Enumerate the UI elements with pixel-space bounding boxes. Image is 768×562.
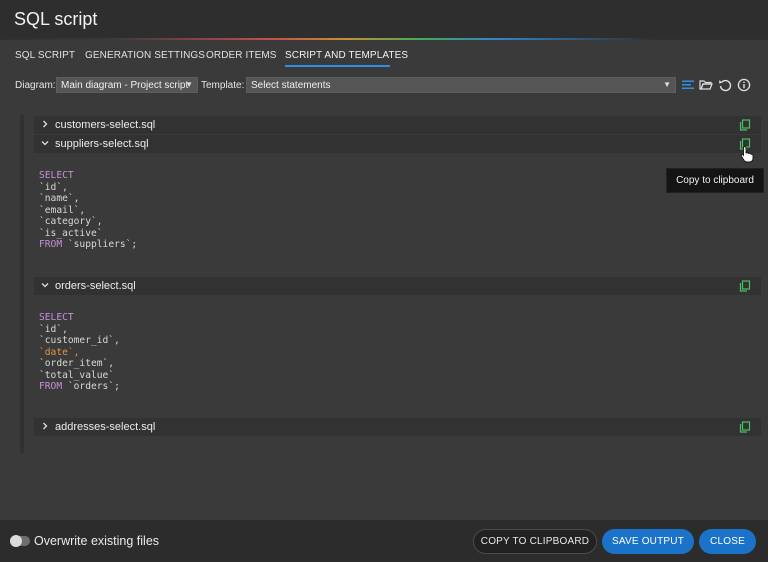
code-line: FROM `suppliers`; xyxy=(39,239,138,250)
code-line: `id`, xyxy=(39,181,68,193)
copy-icon[interactable] xyxy=(739,421,751,433)
panel-rail xyxy=(20,115,24,453)
code-block-suppliers[interactable]: SELECT `id`, `name`, `email`, `category`… xyxy=(39,170,137,251)
overwrite-toggle[interactable] xyxy=(10,535,30,547)
template-label: Template: xyxy=(201,80,245,91)
tab-generation-settings[interactable]: GENERATION SETTINGS xyxy=(85,50,205,61)
file-header-suppliers[interactable]: suppliers-select.sql xyxy=(34,135,761,153)
code-line: `total_value` xyxy=(39,369,115,381)
copy-icon[interactable] xyxy=(739,280,751,292)
code-line: `email`, xyxy=(39,204,86,216)
chevron-right-icon xyxy=(43,120,48,128)
code-line: SELECT xyxy=(39,312,74,323)
code-block-orders[interactable]: SELECT `id`, `customer_id`, `date`, `ord… xyxy=(39,312,120,393)
chevron-down-icon xyxy=(41,141,49,146)
code-line: FROM `orders`; xyxy=(39,381,120,392)
file-header-addresses[interactable]: addresses-select.sql xyxy=(34,418,761,436)
copy-tooltip: Copy to clipboard xyxy=(666,168,764,193)
code-line: `id`, xyxy=(39,323,68,335)
file-name: suppliers-select.sql xyxy=(55,138,149,150)
chevron-right-icon xyxy=(43,422,48,430)
code-line: `is_active` xyxy=(39,227,103,239)
file-header-customers[interactable]: customers-select.sql xyxy=(34,116,761,134)
keyword-from: FROM xyxy=(39,239,63,250)
active-tab-indicator xyxy=(285,65,390,67)
template-select-value: Select statements xyxy=(251,80,331,91)
toggle-knob xyxy=(10,535,22,547)
file-header-orders[interactable]: orders-select.sql xyxy=(34,277,761,295)
file-name: orders-select.sql xyxy=(55,280,136,292)
title-bar: SQL script xyxy=(0,0,768,38)
reset-icon[interactable] xyxy=(718,78,732,92)
info-icon[interactable] xyxy=(737,78,751,92)
file-name: addresses-select.sql xyxy=(55,421,156,433)
template-select[interactable]: Select statements ▼ xyxy=(246,77,676,93)
keyword-from: FROM xyxy=(39,381,63,392)
tab-order-items[interactable]: ORDER ITEMS xyxy=(206,50,277,61)
code-line: `date`, xyxy=(39,346,80,358)
hand-pointer-icon xyxy=(740,146,754,163)
code-line: SELECT xyxy=(39,170,74,181)
close-button[interactable]: CLOSE xyxy=(699,529,756,554)
save-output-button[interactable]: SAVE OUTPUT xyxy=(602,529,694,554)
format-lines-icon[interactable] xyxy=(681,78,695,92)
diagram-label: Diagram: xyxy=(15,80,56,91)
toolbar: Diagram: Main diagram - Project script ▼… xyxy=(0,77,768,95)
copy-to-clipboard-button[interactable]: COPY TO CLIPBOARD xyxy=(473,529,597,554)
file-name: customers-select.sql xyxy=(55,119,156,131)
chevron-down-icon xyxy=(41,283,49,288)
footer: Overwrite existing files COPY TO CLIPBOA… xyxy=(0,520,768,562)
folder-open-icon[interactable] xyxy=(699,78,713,92)
copy-icon[interactable] xyxy=(739,119,751,131)
code-line: `customer_id`, xyxy=(39,335,120,346)
window-title: SQL script xyxy=(14,9,98,29)
code-line: `order_item`, xyxy=(39,358,115,369)
diagram-select[interactable]: Main diagram - Project script ▼ xyxy=(56,77,198,93)
caret-down-icon: ▼ xyxy=(663,80,671,89)
code-line: `name`, xyxy=(39,193,80,204)
tab-sql-script[interactable]: SQL SCRIPT xyxy=(15,50,75,61)
caret-down-icon: ▼ xyxy=(185,80,193,89)
tab-script-and-templates[interactable]: SCRIPT AND TEMPLATES xyxy=(285,50,408,61)
code-line: `category`, xyxy=(39,216,103,227)
overwrite-label: Overwrite existing files xyxy=(34,534,160,548)
diagram-select-value: Main diagram - Project script xyxy=(61,80,189,91)
